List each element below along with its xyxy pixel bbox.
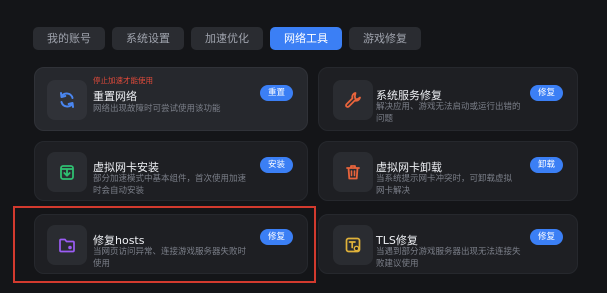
card-description: 网络出现故障时可尝试使用该功能 bbox=[93, 104, 221, 114]
warning-label: 停止加速才能使用 bbox=[93, 76, 153, 85]
card-vnic-install: 虚拟网卡安装 部分加速模式中基本组件，首次使用加速时会自动安装 安装 bbox=[34, 141, 308, 201]
card-system-service-repair: 系统服务修复 解决应用、游戏无法启动或运行出错的问题 修复 bbox=[318, 67, 578, 131]
card-tls-fix: TLS修复 当遇到部分游戏服务器出现无法连接失败建议使用 修复 bbox=[318, 214, 578, 274]
network-tools-panel: 我的账号 系统设置 加速优化 网络工具 游戏修复 停止加速才能使用 重置网络 网… bbox=[0, 0, 607, 293]
card-description: 当系统提示网卡冲突时，可卸载虚拟网卡解决 bbox=[376, 174, 513, 196]
download-box-icon bbox=[47, 152, 87, 192]
highlight-frame bbox=[13, 206, 316, 283]
card-description: 部分加速模式中基本组件，首次使用加速时会自动安装 bbox=[93, 174, 247, 196]
install-button[interactable]: 安装 bbox=[259, 157, 293, 173]
tab-bar: 我的账号 系统设置 加速优化 网络工具 游戏修复 bbox=[33, 27, 421, 50]
repair-button[interactable]: 修复 bbox=[529, 85, 563, 101]
tls-doc-icon bbox=[333, 225, 373, 265]
card-reset-network: 停止加速才能使用 重置网络 网络出现故障时可尝试使用该功能 重置 bbox=[34, 67, 308, 131]
repair-tls-button[interactable]: 修复 bbox=[529, 229, 563, 245]
reset-button[interactable]: 重置 bbox=[259, 85, 293, 101]
tab-game-repair[interactable]: 游戏修复 bbox=[349, 27, 421, 50]
trash-icon bbox=[333, 152, 373, 192]
refresh-icon bbox=[47, 80, 87, 120]
card-description: 解决应用、游戏无法启动或运行出错的问题 bbox=[376, 102, 521, 124]
card-description: 当遇到部分游戏服务器出现无法连接失败建议使用 bbox=[376, 247, 521, 269]
card-title: 重置网络 bbox=[93, 90, 137, 103]
tab-system-settings[interactable]: 系统设置 bbox=[112, 27, 184, 50]
wrench-icon bbox=[333, 80, 373, 120]
uninstall-button[interactable]: 卸载 bbox=[529, 157, 563, 173]
tab-network-tools[interactable]: 网络工具 bbox=[270, 27, 342, 50]
tab-acceleration[interactable]: 加速优化 bbox=[191, 27, 263, 50]
tab-my-account[interactable]: 我的账号 bbox=[33, 27, 105, 50]
card-vnic-uninstall: 虚拟网卡卸载 当系统提示网卡冲突时，可卸载虚拟网卡解决 卸载 bbox=[318, 141, 578, 201]
